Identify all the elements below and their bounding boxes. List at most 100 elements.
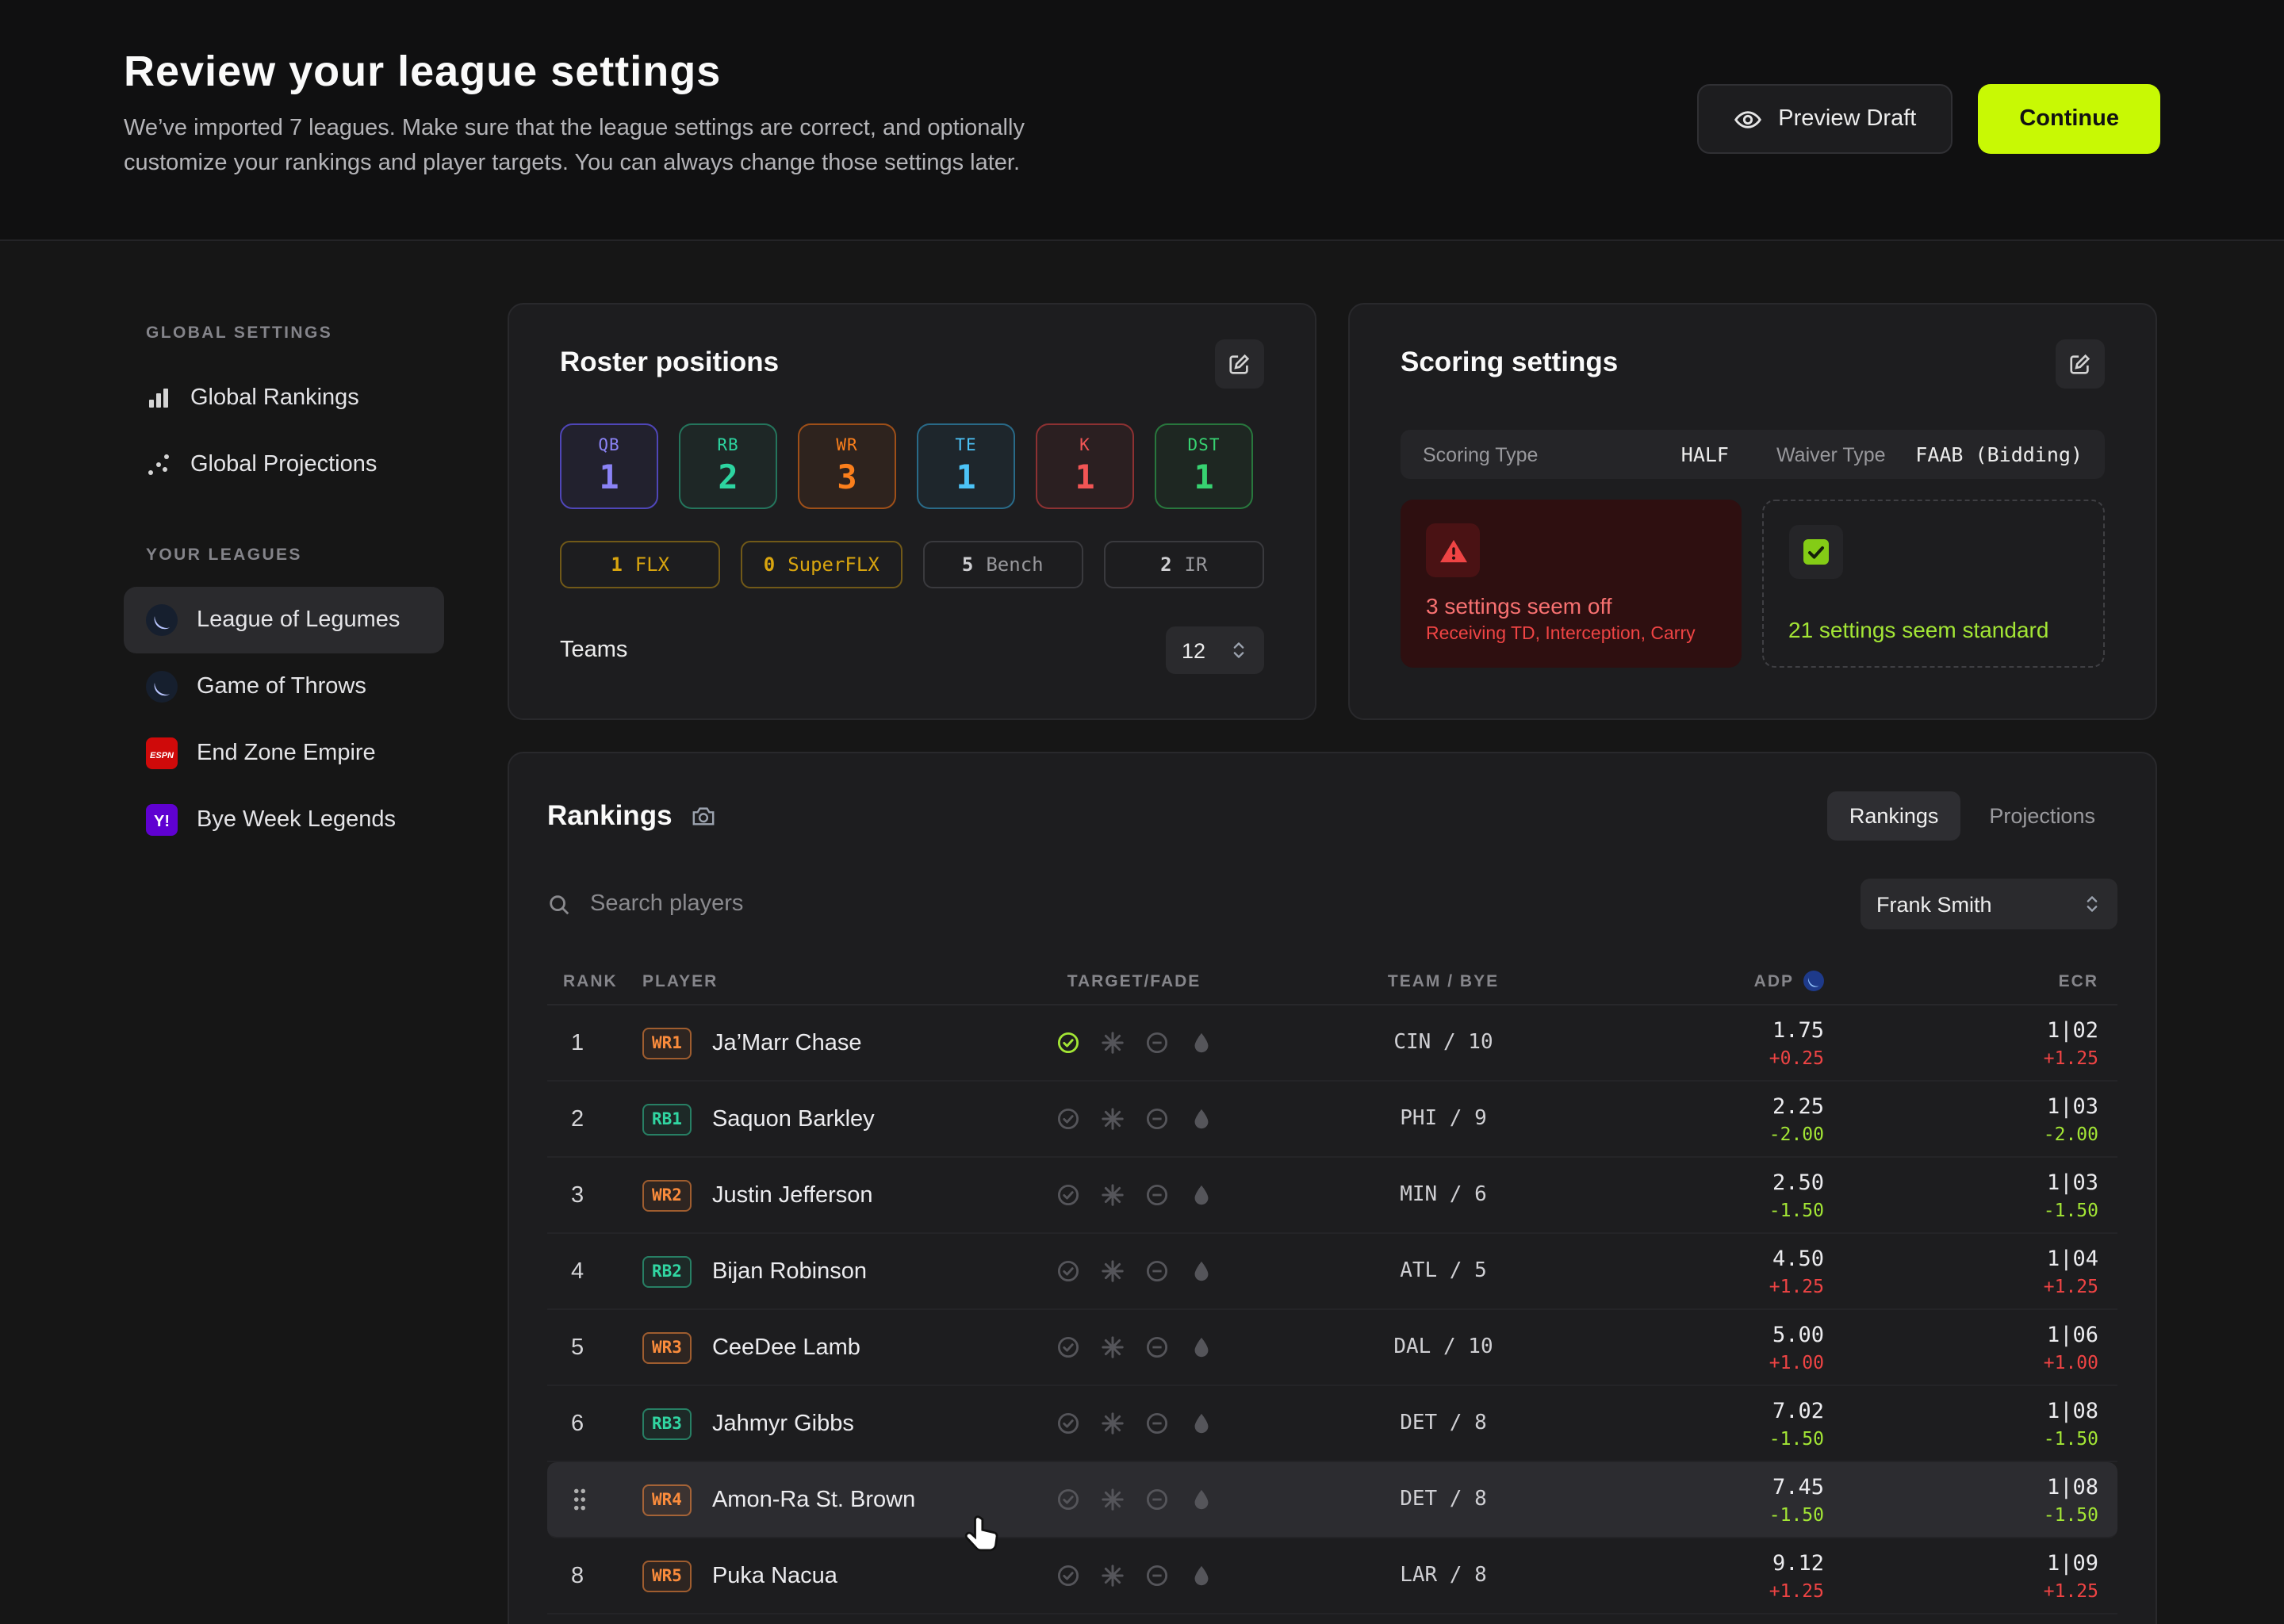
roster-position[interactable]: RB 2 [679, 423, 777, 509]
preview-draft-button[interactable]: Preview Draft [1697, 84, 1953, 154]
search-input[interactable] [587, 890, 1094, 918]
grip-icon[interactable] [571, 1486, 588, 1513]
minus-icon[interactable] [1144, 1335, 1168, 1359]
player-row[interactable]: 5 WR3 CeeDee Lamb [547, 1310, 2117, 1386]
roster-slot[interactable]: 5 Bench [922, 541, 1083, 588]
waiver-type-value: FAAB (Bidding) [1915, 442, 2083, 466]
player-row[interactable]: 3 WR2 Justin Jefferson [547, 1158, 2117, 1234]
position-count: 3 [837, 458, 856, 496]
minus-icon[interactable] [1144, 1259, 1168, 1283]
adp-delta: -1.50 [1769, 1427, 1824, 1449]
burst-icon[interactable] [1100, 1335, 1124, 1359]
tab[interactable]: Projections [1967, 791, 2117, 841]
burst-icon[interactable] [1100, 1031, 1124, 1055]
sidebar-item-league[interactable]: ESPN End Zone Empire [124, 720, 444, 787]
slot-count: 0 [764, 553, 775, 576]
ecr-delta: -2.00 [2044, 1122, 2098, 1144]
roster-slot[interactable]: 2 IR [1104, 541, 1265, 588]
sidebar-item-league[interactable]: League of Legumes [124, 587, 444, 653]
content: GLOBAL SETTINGS Global Rankings Global P… [0, 241, 2284, 1624]
edit-scoring-button[interactable] [2056, 339, 2105, 389]
adp-delta: +1.00 [1769, 1350, 1824, 1373]
player-name: Jahmyr Gibbs [712, 1411, 854, 1436]
user-select[interactable]: Frank Smith [1861, 879, 2117, 929]
sidebar-item-league[interactable]: Game of Throws [124, 653, 444, 720]
roster-position[interactable]: TE 1 [917, 423, 1015, 509]
target-icon[interactable] [1056, 1183, 1079, 1207]
player-row[interactable]: 2 RB1 Saquon Barkley [547, 1082, 2117, 1158]
sidebar-item[interactable]: Global Rankings [124, 365, 444, 431]
droplet-icon[interactable] [1189, 1183, 1213, 1207]
target-icon[interactable] [1056, 1031, 1079, 1055]
scoring-type-label: Scoring Type [1423, 443, 1538, 465]
droplet-icon[interactable] [1189, 1564, 1213, 1588]
burst-icon[interactable] [1100, 1259, 1124, 1283]
team-bye: MIN / 6 [1245, 1183, 1642, 1207]
scoring-settings-card: Scoring settings Scoring Type HALF Waive… [1348, 303, 2157, 720]
roster-slot[interactable]: 0 SuperFLX [742, 541, 902, 588]
droplet-icon[interactable] [1189, 1107, 1213, 1131]
position-label: RB [717, 436, 738, 455]
ecr-value: 1|02 [2047, 1017, 2098, 1043]
edit-roster-button[interactable] [1215, 339, 1264, 389]
burst-icon[interactable] [1100, 1411, 1124, 1435]
target-icon[interactable] [1056, 1107, 1079, 1131]
minus-icon[interactable] [1144, 1564, 1168, 1588]
player-name: Saquon Barkley [712, 1106, 875, 1132]
player-row[interactable]: 6 RB3 Jahmyr Gibbs [547, 1386, 2117, 1462]
search-players [547, 890, 1861, 918]
target-icon[interactable] [1056, 1411, 1079, 1435]
player-row[interactable]: 8 WR5 Puka Nacua [547, 1538, 2117, 1614]
adp-delta: -1.50 [1769, 1503, 1824, 1525]
player-row[interactable]: 7 WR4 Amon-Ra St. Brown [547, 1462, 2117, 1538]
minus-icon[interactable] [1144, 1488, 1168, 1511]
player-row[interactable]: 4 RB2 Bijan Robinson [547, 1234, 2117, 1310]
adp-value: 2.25 [1772, 1094, 1824, 1119]
burst-icon[interactable] [1100, 1183, 1124, 1207]
roster-slot[interactable]: 1 FLX [560, 541, 721, 588]
col-player: PLAYER [642, 971, 1023, 990]
roster-position[interactable]: WR 3 [798, 423, 896, 509]
minus-icon[interactable] [1144, 1107, 1168, 1131]
sidebar-item-league[interactable]: Y! Bye Week Legends [124, 787, 444, 853]
burst-icon[interactable] [1100, 1107, 1124, 1131]
rank-number: 1 [571, 1030, 584, 1055]
target-icon[interactable] [1056, 1259, 1079, 1283]
target-icon[interactable] [1056, 1488, 1079, 1511]
target-icon[interactable] [1056, 1335, 1079, 1359]
page-header: Review your league settings We’ve import… [0, 0, 2284, 241]
settings-standard-box[interactable]: 21 settings seem standard [1761, 500, 2105, 668]
position-label: DST [1188, 436, 1221, 455]
position-label: K [1079, 436, 1090, 455]
continue-button[interactable]: Continue [1978, 84, 2160, 154]
adp-delta: -2.00 [1769, 1122, 1824, 1144]
minus-icon[interactable] [1144, 1183, 1168, 1207]
rank-number: 4 [571, 1258, 584, 1284]
droplet-icon[interactable] [1189, 1335, 1213, 1359]
slot-label: IR [1185, 553, 1208, 576]
adp-delta: -1.50 [1769, 1198, 1824, 1220]
droplet-icon[interactable] [1189, 1488, 1213, 1511]
camera-icon[interactable] [692, 804, 715, 828]
settings-off-alert[interactable]: 3 settings seem off Receiving TD, Interc… [1401, 500, 1741, 668]
minus-icon[interactable] [1144, 1411, 1168, 1435]
droplet-icon[interactable] [1189, 1411, 1213, 1435]
roster-position[interactable]: DST 1 [1155, 423, 1253, 509]
burst-icon[interactable] [1100, 1564, 1124, 1588]
teams-select[interactable]: 12 [1166, 626, 1264, 674]
player-row[interactable]: 1 WR1 Ja’Marr Chase [547, 1005, 2117, 1082]
roster-position[interactable]: QB 1 [560, 423, 658, 509]
burst-icon[interactable] [1100, 1488, 1124, 1511]
droplet-icon[interactable] [1189, 1259, 1213, 1283]
rank-number: 5 [571, 1335, 584, 1360]
droplet-icon[interactable] [1189, 1031, 1213, 1055]
position-badge: WR2 [642, 1179, 692, 1211]
roster-position[interactable]: K 1 [1036, 423, 1134, 509]
team-bye: CIN / 10 [1245, 1031, 1642, 1055]
position-badge: WR4 [642, 1484, 692, 1515]
sidebar-item[interactable]: Global Projections [124, 431, 444, 498]
updown-icon [1229, 641, 1248, 660]
minus-icon[interactable] [1144, 1031, 1168, 1055]
target-icon[interactable] [1056, 1564, 1079, 1588]
tab[interactable]: Rankings [1827, 791, 1961, 841]
